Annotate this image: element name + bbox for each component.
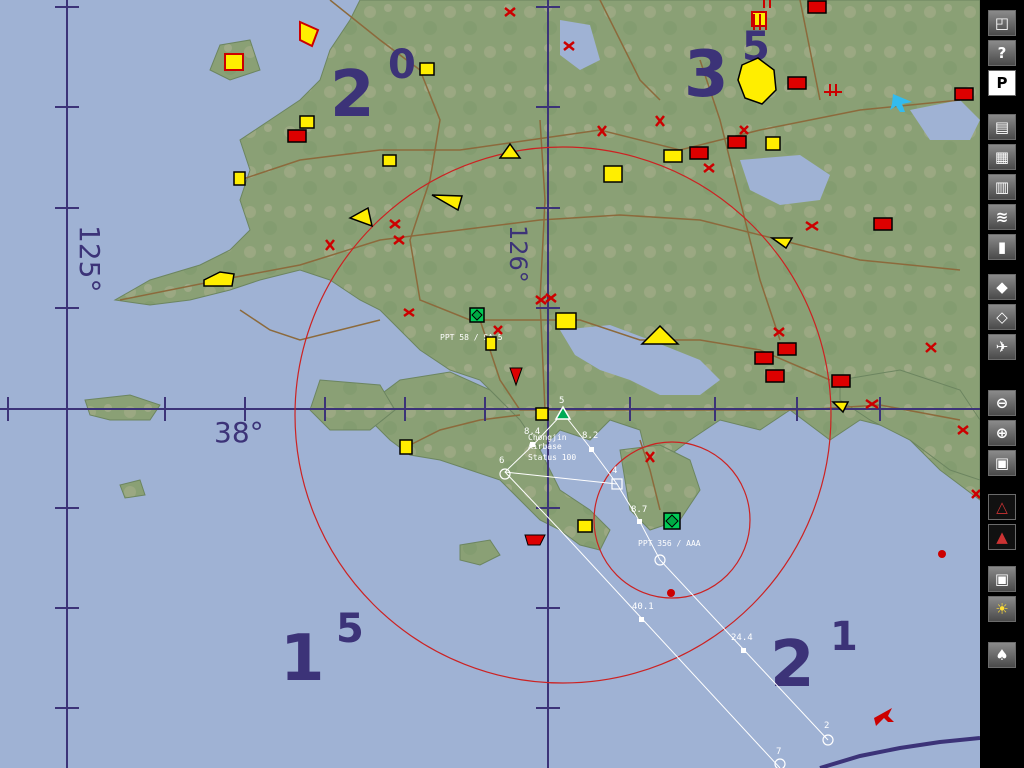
svg-text:5: 5 [559,396,564,406]
svg-text:5: 5 [336,606,364,652]
pause-button[interactable]: P [988,70,1016,96]
cube-view-icon[interactable]: ▣ [988,566,1016,592]
ground-unit-icon[interactable] [667,589,675,597]
aircraft-filter-icon[interactable]: ◆ [988,274,1016,300]
help-button[interactable]: ? [988,40,1016,66]
airbase-status-label: Status 100 [528,453,576,462]
leg-distance-label: 8.2 [582,431,598,441]
target-marker-icon[interactable] [663,512,681,530]
svg-text:1: 1 [280,622,325,696]
spade-icon[interactable]: ♠ [988,642,1016,668]
svg-text:3: 3 [684,38,729,112]
map-view[interactable]: 125° 126° 38° 2 0 3 5 1 5 2 1 5 4 6 2 7 … [0,0,980,768]
svg-text:1: 1 [830,614,858,660]
radar-filter-icon[interactable]: ✈ [988,334,1016,360]
leg-distance-label: 24.4 [731,633,753,643]
svg-text:2: 2 [330,58,375,132]
threat-rings-2-icon[interactable]: ▲ [988,524,1016,550]
longitude-label-126: 126° [504,225,532,283]
building-filter-icon[interactable]: ▮ [988,234,1016,260]
latitude-label-38: 38° [214,416,264,449]
ground-unit-icon[interactable] [938,550,946,558]
ground-filter-icon[interactable]: ▥ [988,174,1016,200]
svg-text:0: 0 [388,42,416,88]
naval-filter-icon[interactable]: ≋ [988,204,1016,230]
airbase-label: Chongjin [528,433,567,442]
weather-icon[interactable]: ☀ [988,596,1016,622]
zoom-in-icon[interactable]: ⊕ [988,420,1016,446]
svg-text:2: 2 [824,721,829,731]
threat-rings-icon[interactable]: △ [988,494,1016,520]
leg-distance-label: 8.7 [631,505,647,515]
map-toolbar: ◰ ? P ▤ ▦ ▥ ≋ ▮ ◆ ◇ ✈ ⊖ ⊕ ▣ △ ▲ ▣ ☀ ♠ [980,0,1024,768]
longitude-label-125: 125° [73,225,106,292]
sam-filter-icon[interactable]: ◇ [988,304,1016,330]
leg-distance-label: 40.1 [632,602,654,612]
svg-text:4: 4 [612,466,617,476]
svg-text:7: 7 [776,747,781,757]
airbase-filter-icon[interactable]: ▦ [988,144,1016,170]
svg-text:6: 6 [499,456,504,466]
svg-text:2: 2 [770,628,815,702]
target-label: PPT 356 / AAA [638,539,701,548]
target-marker-icon[interactable] [469,307,485,323]
terrain-filter-icon[interactable]: ▤ [988,114,1016,140]
zoom-fit-icon[interactable]: ▣ [988,450,1016,476]
resize-icon[interactable]: ◰ [988,10,1016,36]
airbase-label: Airbase [528,442,562,451]
zoom-out-icon[interactable]: ⊖ [988,390,1016,416]
